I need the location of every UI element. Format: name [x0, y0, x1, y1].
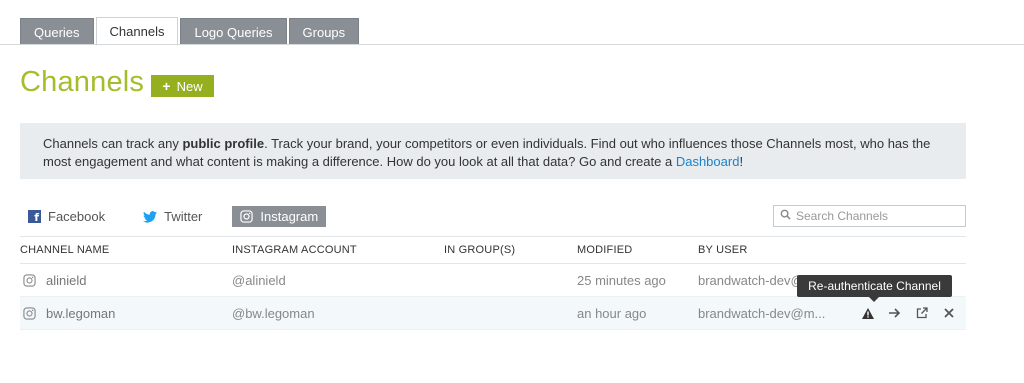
tab-channels[interactable]: Channels [95, 17, 179, 46]
instagram-icon [23, 306, 36, 320]
channel-name[interactable]: bw.legoman [46, 306, 115, 321]
column-header-instagram-account[interactable]: INSTAGRAM ACCOUNT [232, 244, 444, 256]
table-header: CHANNEL NAME INSTAGRAM ACCOUNT IN GROUP(… [20, 236, 966, 264]
new-channel-button[interactable]: + New [151, 75, 214, 97]
search-input[interactable] [796, 209, 956, 223]
reauthenticate-tooltip: Re-authenticate Channel [797, 275, 952, 302]
channel-name-cell: alinield [20, 273, 232, 288]
filter-twitter[interactable]: Twitter [135, 206, 210, 227]
external-link-icon[interactable] [915, 306, 929, 320]
modified-cell: an hour ago [577, 305, 647, 321]
column-header-groups[interactable]: IN GROUP(S) [444, 244, 577, 256]
section-tabs: Queries Channels Logo Queries Groups [20, 17, 361, 46]
tab-queries[interactable]: Queries [20, 18, 94, 45]
user-cell: brandwatch-dev@m... [698, 305, 826, 321]
tab-groups[interactable]: Groups [288, 18, 360, 45]
table-row[interactable]: bw.legoman @bw.legoman an hour ago brand… [20, 297, 966, 330]
dashboard-link[interactable]: Dashboard [676, 154, 740, 169]
instagram-icon [240, 210, 254, 223]
modified-cell: 25 minutes ago [577, 272, 666, 288]
twitter-icon [143, 210, 158, 223]
close-icon[interactable] [942, 306, 956, 320]
filter-twitter-label: Twitter [164, 209, 203, 224]
search-box [773, 205, 966, 227]
channel-name-cell: bw.legoman [20, 306, 232, 321]
row-actions [858, 306, 966, 320]
filter-facebook-label: Facebook [48, 209, 106, 224]
info-bold-text: public profile [182, 136, 265, 151]
info-text-start: Channels can track any [43, 136, 183, 151]
page-title: Channels [20, 66, 145, 98]
column-header-channel-name[interactable]: CHANNEL NAME [20, 244, 232, 256]
info-text-end: ! [739, 154, 744, 169]
column-header-by-user[interactable]: BY USER [698, 244, 858, 256]
filter-facebook[interactable]: f Facebook [20, 206, 113, 227]
column-header-modified[interactable]: MODIFIED [577, 244, 698, 256]
instagram-icon [23, 273, 36, 287]
arrow-right-icon[interactable] [888, 306, 902, 320]
tab-logo-queries[interactable]: Logo Queries [180, 18, 287, 45]
new-button-label: New [176, 78, 203, 94]
network-filter: f Facebook Twitter Instagram [20, 206, 348, 227]
channel-name[interactable]: alinield [46, 273, 86, 288]
tabs-divider [0, 44, 1024, 45]
instagram-account: @bw.legoman [232, 305, 315, 321]
filter-instagram-label: Instagram [260, 209, 319, 224]
warning-icon[interactable] [861, 306, 875, 320]
facebook-icon: f [28, 210, 41, 223]
search-icon [780, 207, 791, 225]
filter-instagram[interactable]: Instagram [232, 206, 327, 227]
plus-icon: + [162, 78, 171, 94]
info-banner: Channels can track any public profile. T… [20, 123, 966, 179]
instagram-account: @alinield [232, 272, 286, 288]
